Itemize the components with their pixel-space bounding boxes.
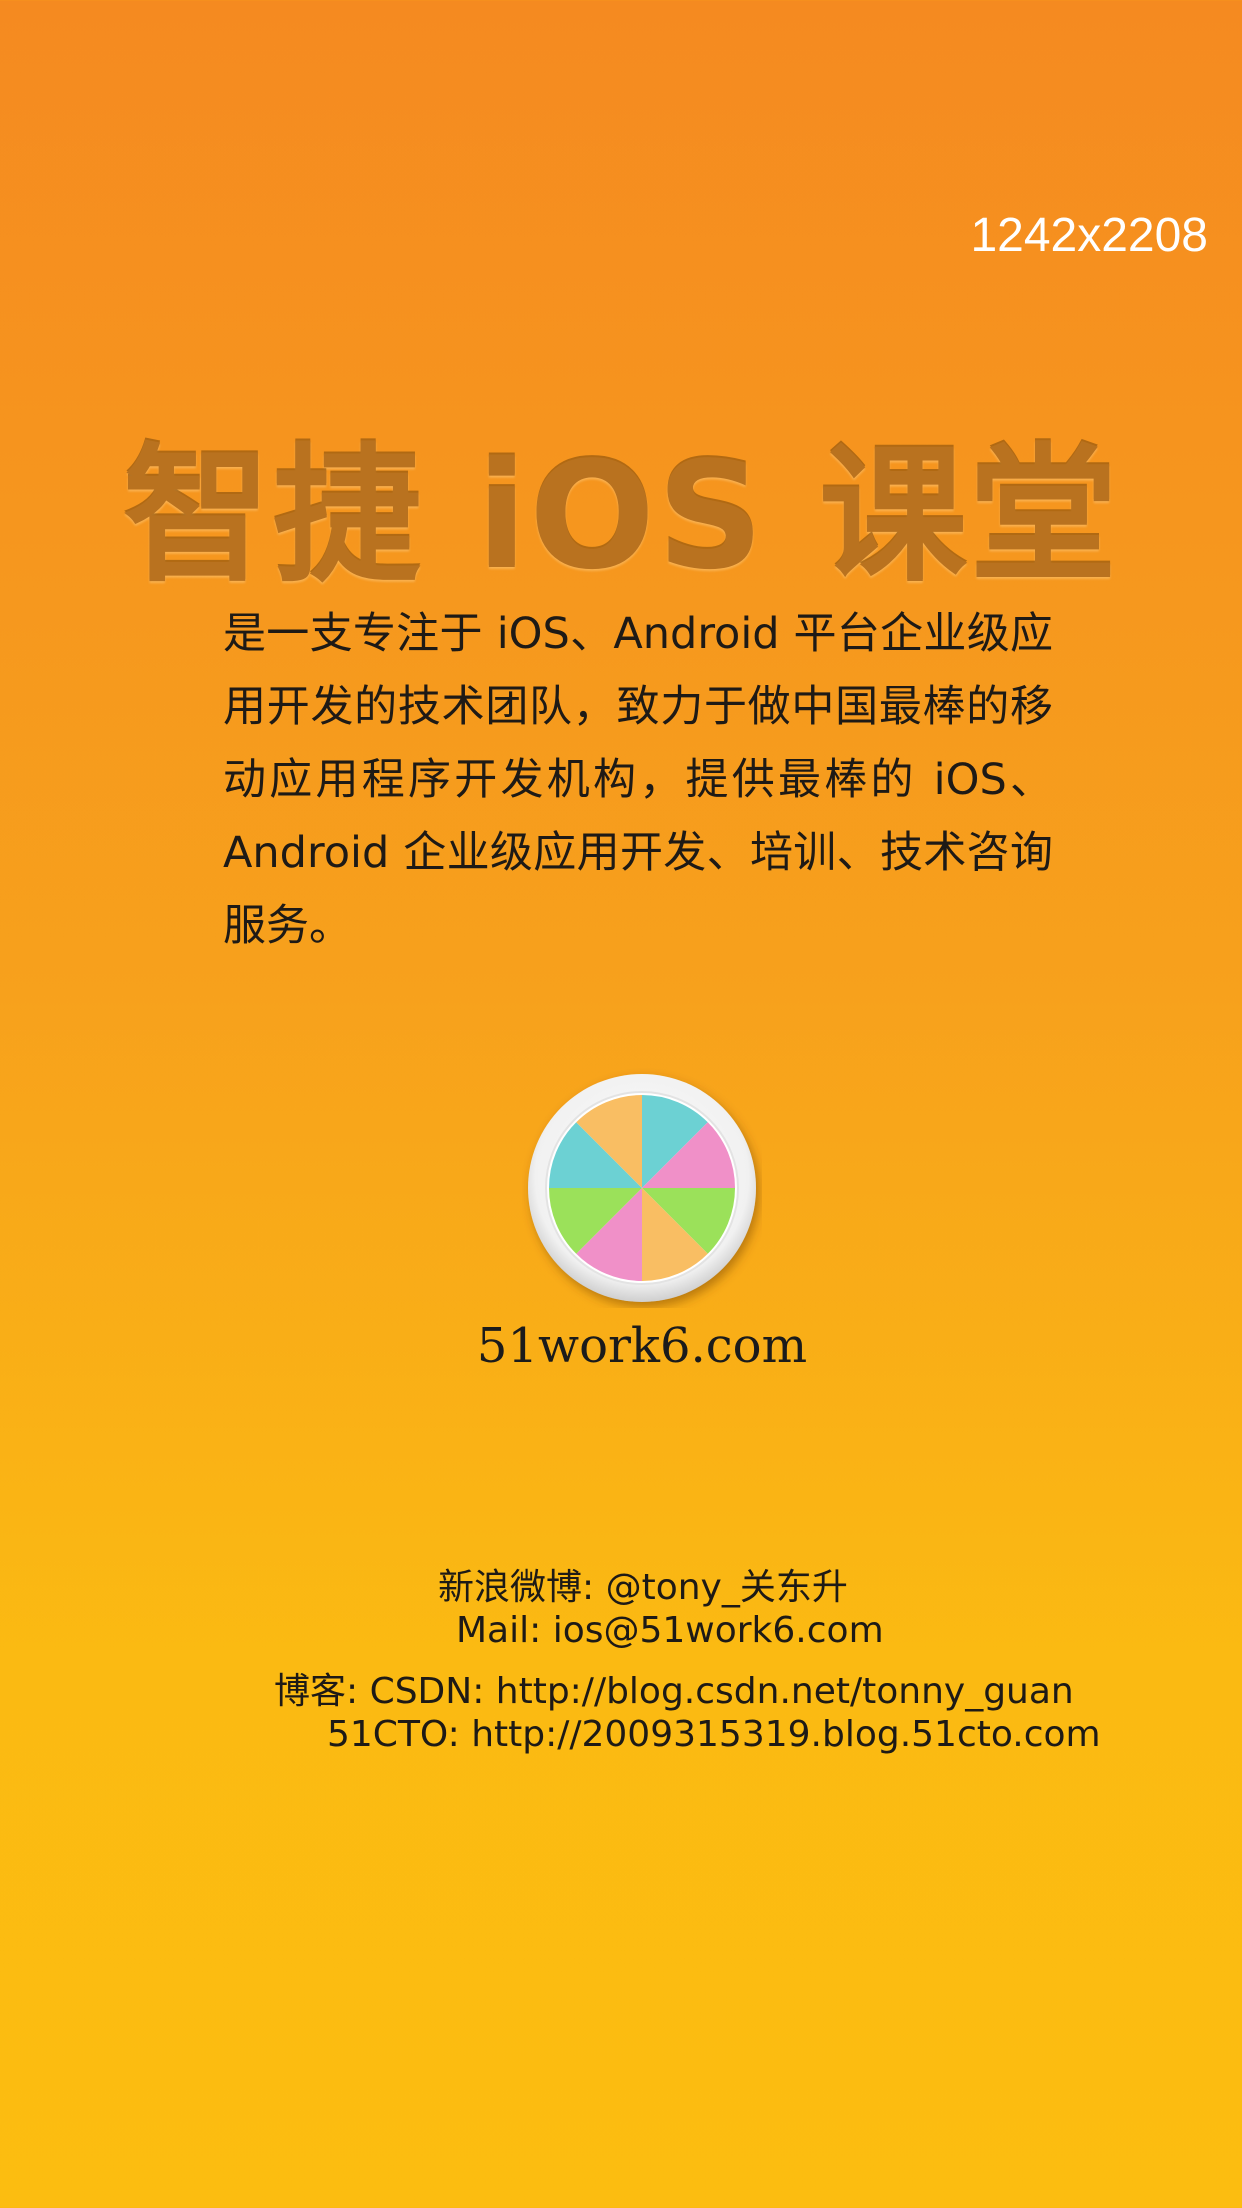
weibo-contact[interactable]: 新浪微博: @tony_关东升 bbox=[438, 1558, 848, 1610]
logo-text: 51work6.com bbox=[476, 1318, 808, 1374]
page-title: 智捷 iOS 课堂 bbox=[122, 430, 1120, 602]
intro-paragraph: 是一支专注于 iOS、Android 平台企业级应用开发的技术团队，致力于做中国… bbox=[223, 609, 1053, 951]
pinwheel-logo-icon bbox=[528, 1074, 756, 1302]
51cto-blog-link[interactable]: 51CTO: http://2009315319.blog.51cto.com bbox=[327, 1714, 1101, 1755]
csdn-blog-link[interactable]: 博客: CSDN: http://blog.csdn.net/tonny_gua… bbox=[274, 1662, 1074, 1714]
mail-contact[interactable]: Mail: ios@51work6.com bbox=[456, 1610, 884, 1651]
size-label: 1242x2208 bbox=[970, 209, 1208, 262]
